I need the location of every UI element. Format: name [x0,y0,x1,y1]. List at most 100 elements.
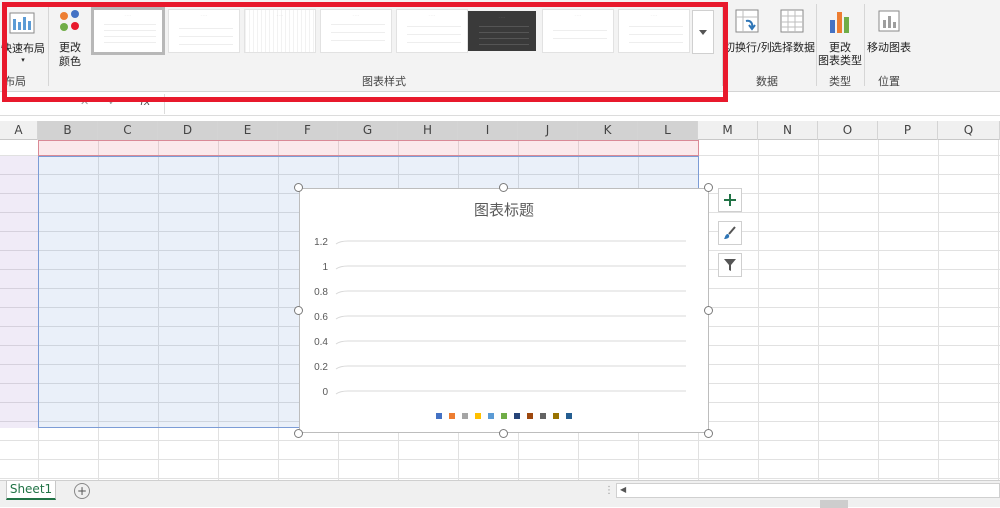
legend-marker[interactable] [475,413,481,419]
chart-style-4-thumbnail[interactable]: · · · · [320,9,392,53]
column-header-l[interactable]: L [638,121,698,140]
column-header-a[interactable]: A [0,121,38,140]
chart-style-2-thumbnail[interactable]: · · · · [168,9,240,53]
legend-marker[interactable] [449,413,455,419]
legend-marker[interactable] [462,413,468,419]
legend-marker[interactable] [501,413,507,419]
change-chart-type-icon [830,12,849,33]
chevron-down-icon [699,30,707,35]
gridline [335,315,686,320]
column-header-g[interactable]: G [338,121,398,140]
gridline [335,240,686,245]
column-header-row: A B C D E F G H I J K L M N O P Q [0,121,1000,140]
name-box[interactable] [0,95,60,113]
chart-style-6-thumbnail[interactable]: · · · · [468,11,536,51]
chart-style-gallery: · · · · · · · · · · · · · · · · · · · · … [90,4,716,60]
plot-area[interactable]: 1.2 1 0.8 0.6 0.4 0.2 0 [300,189,708,432]
move-chart-button[interactable]: 移动图表 [866,4,912,56]
column-header-m[interactable]: M [698,121,758,140]
chart-legend[interactable] [300,413,708,423]
tab-splitter[interactable]: ⋮ [604,485,614,496]
change-chart-type-label-line2: 图表类型 [818,54,862,67]
chart-style-3-thumbnail[interactable]: · · · · [244,9,316,53]
column-header-c[interactable]: C [98,121,158,140]
chart-filters-button[interactable] [718,253,742,277]
category-range-highlight [0,156,39,428]
data-group-label: 数据 [756,75,778,88]
legend-marker[interactable] [566,413,572,419]
horizontal-scrollbar[interactable]: ◀ [616,483,1000,498]
chart-style-8-thumbnail[interactable]: · · · · [618,9,690,53]
chart-styles-button[interactable] [718,221,742,245]
type-group-label: 类型 [829,75,851,88]
column-header-n[interactable]: N [758,121,818,140]
switch-row-column-label: 切换行/列 [724,41,772,54]
change-chart-type-button[interactable]: 更改 图表类型 [818,4,862,68]
formula-input[interactable] [164,94,1000,114]
chart-styles-group-label: 图表样式 [362,75,406,88]
resize-handle-bottom-left[interactable] [294,429,303,438]
cancel-icon[interactable]: ✕ [80,95,89,108]
column-header-q[interactable]: Q [938,121,1000,140]
legend-marker[interactable] [540,413,546,419]
legend-marker[interactable] [553,413,559,419]
plus-icon [724,194,736,206]
chart-style-7-thumbnail[interactable]: · · · · [542,9,614,53]
gridline [335,365,686,370]
select-data-button[interactable]: 选择数据 [770,4,816,56]
filter-icon [724,259,736,271]
y-tick-label: 0 [322,387,328,398]
gridline [335,290,686,295]
resize-handle-left[interactable] [294,306,303,315]
legend-marker[interactable] [436,413,442,419]
dropdown-arrow-icon: ▾ [21,56,25,64]
insert-function-icon[interactable]: fx [140,95,150,108]
gridline [335,340,686,345]
enter-icon[interactable]: ✓ [108,95,117,108]
switch-row-column-button[interactable]: 切换行/列 [724,4,772,56]
legend-marker[interactable] [527,413,533,419]
column-header-j[interactable]: J [518,121,578,140]
group-divider [722,4,723,86]
gallery-more-button[interactable] [692,10,714,54]
layout-group-label: 布局 [4,75,26,88]
resize-handle-top-right[interactable] [704,183,713,192]
formula-bar: ✕ ✓ fx [0,92,1000,116]
change-colors-label-line2: 颜色 [59,55,81,68]
column-header-h[interactable]: H [398,121,458,140]
column-header-e[interactable]: E [218,121,278,140]
paintbrush-icon [724,226,736,239]
column-header-d[interactable]: D [158,121,218,140]
legend-marker[interactable] [514,413,520,419]
switch-row-column-icon [735,9,759,33]
chart-area[interactable]: 图表标题 1.2 1 0.8 0.6 0.4 0.2 0 [299,188,709,433]
column-header-b[interactable]: B [38,121,98,140]
add-sheet-button[interactable]: + [74,483,90,499]
move-chart-icon [878,10,900,32]
color-palette-icon [60,10,79,31]
resize-handle-bottom[interactable] [499,429,508,438]
y-tick-label: 0.4 [314,337,328,348]
y-tick-label: 0.2 [314,362,328,373]
chart-elements-button[interactable] [718,188,742,212]
series-name-range-highlight [38,140,699,156]
sheet-tab[interactable]: Sheet1 [6,481,56,500]
change-colors-button[interactable]: 更改 颜色 [52,4,88,68]
chart-style-5-thumbnail[interactable]: · · · · [396,9,468,53]
chart-style-1-thumbnail[interactable]: · · · · [91,7,165,55]
quick-layout-button[interactable]: 快速布局 ▾ [0,4,46,66]
column-header-p[interactable]: P [878,121,938,140]
resize-handle-top[interactable] [499,183,508,192]
legend-marker[interactable] [488,413,494,419]
group-divider [864,4,865,86]
resize-handle-bottom-right[interactable] [704,429,713,438]
column-header-i[interactable]: I [458,121,518,140]
column-header-k[interactable]: K [578,121,638,140]
move-chart-label: 移动图表 [867,41,911,54]
resize-handle-right[interactable] [704,306,713,315]
select-data-label: 选择数据 [771,41,815,54]
column-header-o[interactable]: O [818,121,878,140]
scroll-left-icon[interactable]: ◀ [620,485,626,494]
resize-handle-top-left[interactable] [294,183,303,192]
column-header-f[interactable]: F [278,121,338,140]
